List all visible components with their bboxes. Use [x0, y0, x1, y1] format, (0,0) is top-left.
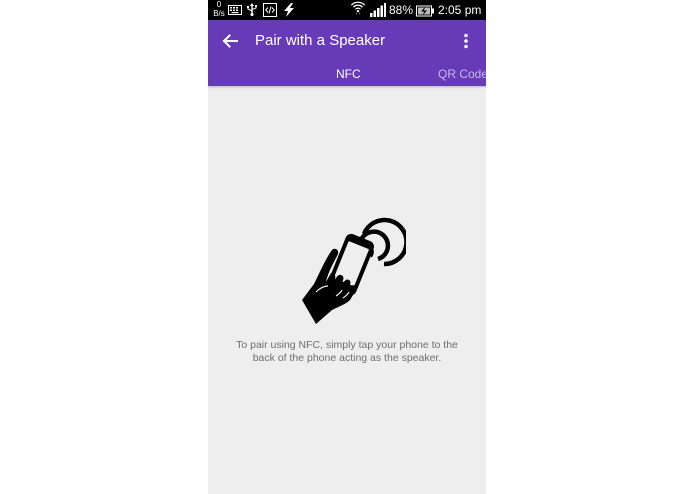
tab-bar: NFC QR Code: [208, 62, 486, 86]
status-clock: 2:05 pm: [438, 3, 482, 17]
developer-icon: [263, 3, 277, 17]
nfc-instructions: To pair using NFC, simply tap your phone…: [236, 339, 458, 364]
signal-icon: [370, 3, 386, 17]
status-bar: 0 B/s 88% 2:05 pm: [208, 0, 486, 20]
phone-screen: 0 B/s 88% 2:05 pm Pair with a Speaker NF…: [208, 0, 486, 494]
network-speed-value: 0: [216, 0, 222, 9]
keyboard-icon: [228, 5, 242, 15]
app-title: Pair with a Speaker: [255, 32, 386, 49]
tab-nfc[interactable]: NFC: [336, 66, 361, 82]
lightning-icon: [284, 3, 294, 17]
more-vertical-icon[interactable]: [458, 29, 474, 53]
battery-percent: 88%: [389, 3, 414, 17]
network-speed: 0 B/s: [212, 0, 226, 18]
page: 0 B/s 88% 2:05 pm Pair with a Speaker NF…: [0, 0, 695, 494]
network-speed-unit: B/s: [213, 9, 225, 18]
battery-charging-icon: [416, 5, 434, 17]
nfc-tap-hand-icon: [302, 217, 406, 324]
app-bar: Pair with a Speaker: [208, 20, 486, 62]
usb-icon: [247, 3, 258, 17]
tab-qr-code[interactable]: QR Code: [438, 66, 486, 82]
arrow-left-icon[interactable]: [218, 29, 242, 53]
wifi-icon: [350, 1, 366, 15]
